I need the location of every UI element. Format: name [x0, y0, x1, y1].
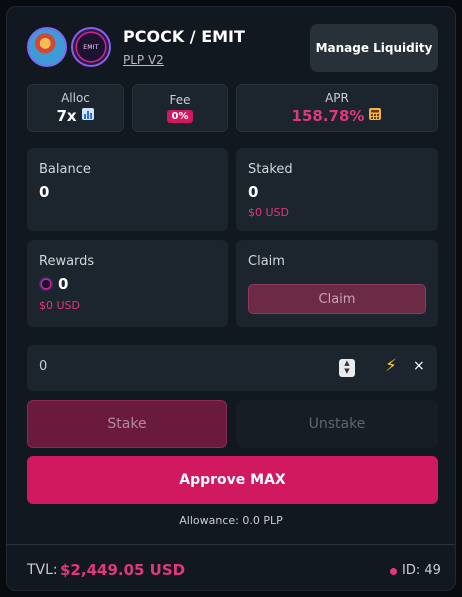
approve-max-button[interactable]: Approve MAX — [27, 456, 438, 504]
fee-stat: Fee 0% — [132, 84, 228, 132]
farm-card: EMIT PCOCK / EMIT PLP V2 Manage Liquidit… — [6, 6, 456, 591]
emit-token-icon: EMIT — [71, 27, 111, 67]
allowance-text: Allowance: 0.0 PLP — [179, 514, 283, 527]
apr-value-row: 158.78% — [292, 107, 383, 125]
rewards-value: 0 — [58, 275, 69, 293]
apr-value[interactable]: 158.78% — [292, 107, 365, 125]
balance-label: Balance — [39, 162, 91, 177]
plp-version-link[interactable]: PLP V2 — [123, 53, 164, 67]
tvl-value: $2,449.05 USD — [60, 561, 186, 579]
staked-label: Staked — [248, 162, 293, 177]
pcock-token-icon — [27, 27, 67, 67]
unstake-button[interactable]: Unstake — [236, 400, 438, 448]
rewards-usd: $0 USD — [39, 299, 80, 312]
fee-label: Fee — [169, 93, 191, 107]
stake-button[interactable]: Stake — [27, 400, 227, 448]
close-icon[interactable]: × — [413, 358, 425, 374]
rewards-box: Rewards 0 $0 USD — [27, 240, 228, 327]
balance-value: 0 — [39, 183, 50, 201]
tvl-label: TVL: — [27, 562, 58, 578]
card-footer: TVL: $2,449.05 USD ID: 49 — [7, 544, 455, 590]
apr-stat: APR 158.78% — [236, 84, 438, 132]
alloc-label: Alloc — [61, 91, 90, 105]
apr-label: APR — [325, 91, 349, 105]
rewards-label: Rewards — [39, 254, 95, 269]
lightning-icon[interactable]: ⚡ — [385, 356, 397, 376]
staked-value: 0 — [248, 183, 259, 201]
alloc-stat: Alloc 7x — [27, 84, 124, 132]
balance-box: Balance 0 — [27, 148, 228, 231]
rewards-value-row: 0 — [39, 275, 68, 293]
bar-chart-icon — [81, 107, 95, 125]
claim-button[interactable]: Claim — [248, 284, 426, 314]
staked-usd: $0 USD — [248, 206, 289, 219]
pool-id: ID: 49 — [402, 563, 441, 578]
alloc-value: 7x — [56, 107, 77, 125]
emit-token-text: EMIT — [83, 43, 99, 51]
fee-badge: 0% — [166, 110, 194, 123]
pair-title: PCOCK / EMIT — [123, 27, 245, 46]
status-dot-icon — [390, 568, 397, 575]
claim-box: Claim Claim — [236, 240, 438, 327]
staked-box: Staked 0 $0 USD — [236, 148, 438, 231]
claim-label: Claim — [248, 254, 285, 269]
alloc-value-row: 7x — [56, 107, 94, 125]
calculator-icon[interactable] — [368, 107, 382, 125]
emit-token-icon — [39, 277, 53, 291]
manage-liquidity-button[interactable]: Manage Liquidity — [310, 24, 438, 72]
amount-row: ▲▼ ⚡ × — [27, 345, 437, 391]
number-stepper[interactable]: ▲ ▼ — [339, 359, 355, 377]
amount-input[interactable] — [39, 359, 319, 374]
